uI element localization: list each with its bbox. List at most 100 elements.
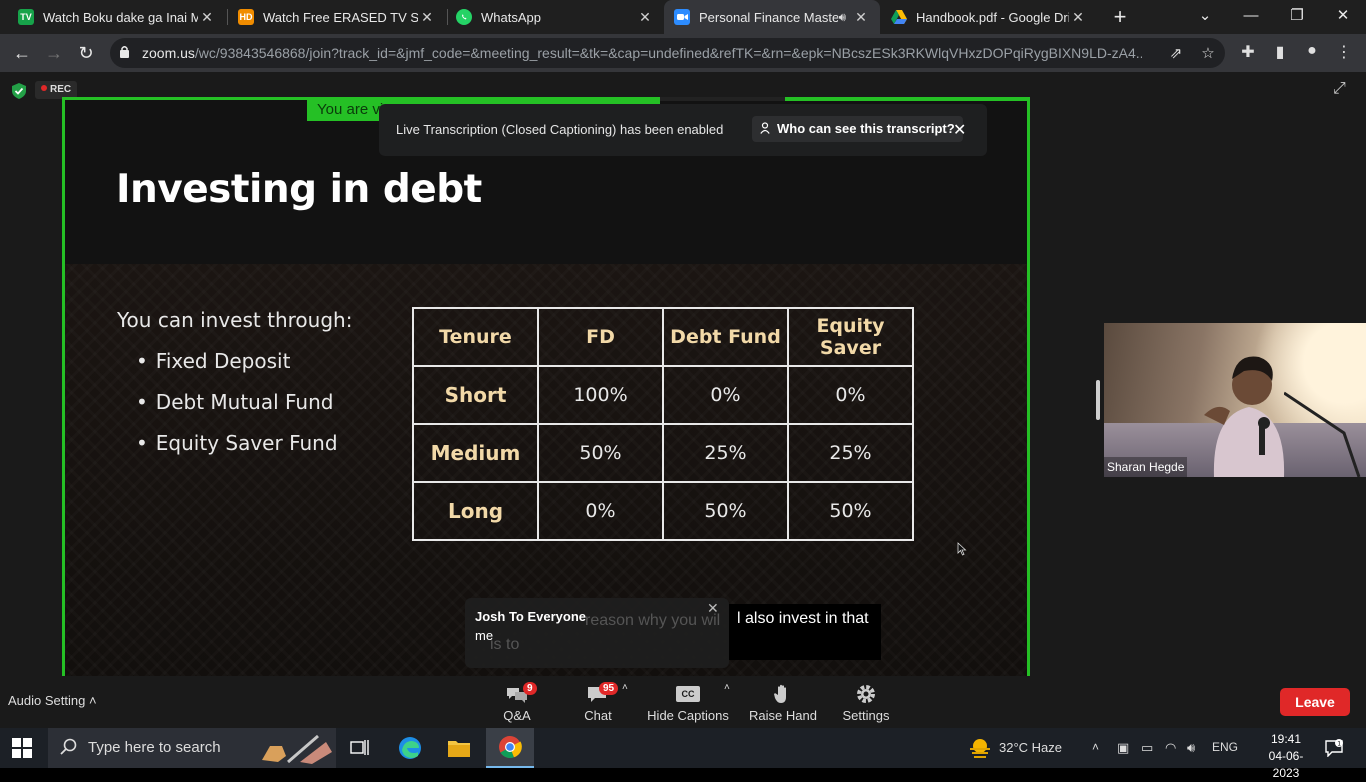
close-tab-icon[interactable]: ✕ (418, 9, 436, 26)
restore-button[interactable]: ❐ (1274, 0, 1320, 34)
show-hidden-icons-chevron-icon[interactable]: ˄ (1092, 740, 1099, 754)
zoom-icon (674, 9, 690, 25)
meeting-controls-bar: Audio Setting ˄ 9 Q&A 95 Chat ˄ CC Hide … (0, 676, 1366, 728)
panel-resize-handle[interactable] (1096, 380, 1100, 420)
table-cell: 50% (787, 481, 914, 541)
close-chat-popup-icon[interactable]: ✕ (707, 600, 719, 617)
address-bar[interactable]: zoom.us/wc/93843546868/join?track_id=&jm… (110, 38, 1225, 68)
wifi-icon[interactable]: ◠ (1165, 740, 1176, 756)
close-tab-icon[interactable]: ✕ (1069, 9, 1087, 26)
hide-captions-label: Hide Captions (647, 708, 729, 723)
clock-time: 19:41 (1270, 732, 1302, 746)
who-can-see-transcript-button[interactable]: Who can see this transcript? (752, 116, 963, 142)
table-cell: 100% (537, 365, 664, 425)
minimize-button[interactable]: — (1228, 0, 1274, 34)
table-cell: 50% (537, 423, 664, 483)
table-cell: 0% (537, 481, 664, 541)
profile-icon[interactable]: ● (1301, 42, 1323, 64)
menu-icon[interactable]: ⋮ (1333, 42, 1355, 64)
language-indicator[interactable]: ENG (1212, 740, 1238, 754)
search-placeholder: Type here to search (88, 739, 221, 756)
table-cell: 25% (787, 423, 914, 483)
tab-whatsapp[interactable]: WhatsApp ✕ (446, 0, 664, 34)
bullet-item: Fixed Deposit (136, 349, 291, 373)
tab-erased[interactable]: HD Watch Free ERASED TV Show ✕ (228, 0, 446, 34)
tab-boku-dake[interactable]: TV Watch Boku dake ga Inai Mac ✕ (8, 0, 226, 34)
hide-captions-button[interactable]: CC Hide Captions (646, 680, 730, 723)
url-text: zoom.us/wc/93843546868/join?track_id=&jm… (142, 45, 1142, 61)
button-label: Who can see this transcript? (777, 121, 955, 136)
close-tab-icon[interactable]: ✕ (852, 9, 870, 26)
close-tab-icon[interactable]: ✕ (636, 9, 654, 26)
caption-options-chevron-icon[interactable]: ˄ (724, 682, 730, 693)
notification-center-icon[interactable]: 1 (1324, 739, 1344, 757)
bullet-item: Debt Mutual Fund (136, 390, 334, 414)
settings-button[interactable]: Settings (838, 680, 894, 723)
share-icon[interactable]: ⇗ (1166, 44, 1186, 64)
battery-icon[interactable]: ▭ (1141, 740, 1153, 756)
record-dot-icon (41, 85, 47, 91)
bookmark-star-icon[interactable]: ☆ (1198, 44, 1218, 64)
table-cell: 0% (787, 365, 914, 425)
new-tab-button[interactable]: + (1108, 4, 1132, 30)
edge-icon[interactable] (386, 728, 434, 768)
clock-date: 04-06-2023 (1268, 749, 1304, 780)
chat-button[interactable]: 95 Chat (578, 680, 619, 723)
notification-text: Live Transcription (Closed Captioning) h… (396, 122, 724, 137)
meet-now-icon[interactable]: ▣ (1117, 740, 1129, 756)
table-row-header: Medium (412, 423, 539, 483)
file-explorer-icon[interactable] (435, 728, 483, 768)
caption-underlay-text: reason why you wil (585, 612, 721, 629)
close-tab-icon[interactable]: ✕ (198, 9, 216, 26)
qa-button[interactable]: 9 Q&A (497, 680, 537, 723)
back-button[interactable]: ← (8, 39, 36, 67)
weather-text[interactable]: 32°C Haze (999, 740, 1062, 755)
forward-button[interactable]: → (40, 39, 68, 67)
participant-name: Sharan Hegde (1104, 457, 1188, 477)
audio-setting-button[interactable]: Audio Setting ˄ (8, 693, 97, 708)
reload-button[interactable]: ↻ (72, 39, 100, 67)
tab-zoom-meeting[interactable]: Personal Finance Master 🔊︎ ✕ (664, 0, 880, 34)
table-header-cell: Equity Saver (787, 307, 914, 367)
lock-icon[interactable] (119, 45, 130, 58)
speaker-icon[interactable]: 🔊︎ (838, 10, 846, 25)
mouse-cursor-icon (957, 542, 967, 556)
fullscreen-icon[interactable]: ⤢ (1333, 80, 1351, 98)
tab-handbook-drive[interactable]: Handbook.pdf - Google Drive ✕ (881, 0, 1097, 34)
table-cell: 50% (662, 481, 789, 541)
banner-edge (785, 97, 1030, 101)
table-cell: 25% (662, 423, 789, 483)
leave-meeting-button[interactable]: Leave (1280, 688, 1350, 716)
raise-hand-button[interactable]: Raise Hand (748, 680, 818, 723)
close-window-button[interactable]: ✕ (1320, 0, 1366, 34)
table-row-header: Short (412, 365, 539, 425)
search-icon (60, 738, 77, 755)
tab-search-button[interactable]: ⌄ (1182, 0, 1228, 34)
live-caption: l also invest in that (729, 604, 881, 660)
side-panel-icon[interactable]: ▮ (1269, 42, 1291, 64)
weather-haze-icon[interactable] (968, 737, 992, 759)
url-path: /wc/93843546868/join?track_id=&jmf_code=… (194, 45, 1142, 61)
slide-title: Investing in debt (116, 167, 482, 212)
close-notification-icon[interactable]: ✕ (953, 120, 966, 140)
table-header-cell: Debt Fund (662, 307, 789, 367)
chat-message: me (475, 628, 494, 643)
taskbar-search-box[interactable]: Type here to search (48, 728, 336, 768)
table-row: Medium 50% 25% 25% (412, 423, 914, 483)
participant-video[interactable]: Sharan Hegde (1104, 323, 1366, 477)
security-shield-icon[interactable] (10, 82, 28, 100)
taskbar-clock[interactable]: 19:41 04-06-2023 (1262, 731, 1310, 782)
chrome-icon[interactable] (486, 728, 534, 768)
tab-title: Watch Free ERASED TV Show (263, 9, 418, 25)
table-header-row: Tenure FD Debt Fund Equity Saver (412, 307, 914, 367)
table-row: Long 0% 50% 50% (412, 481, 914, 541)
chat-options-chevron-icon[interactable]: ˄ (622, 682, 628, 693)
volume-icon[interactable]: 🔊︎ (1187, 740, 1195, 756)
task-view-icon[interactable] (336, 728, 384, 768)
transcription-notification: Live Transcription (Closed Captioning) h… (379, 104, 987, 156)
extensions-icon[interactable]: ✚ (1237, 42, 1259, 64)
chat-message-popup[interactable]: reason why you wil is to Josh To Everyon… (465, 598, 729, 668)
hd-favicon-icon: HD (238, 9, 254, 25)
drive-icon (891, 9, 907, 25)
windows-start-icon[interactable] (12, 738, 32, 758)
